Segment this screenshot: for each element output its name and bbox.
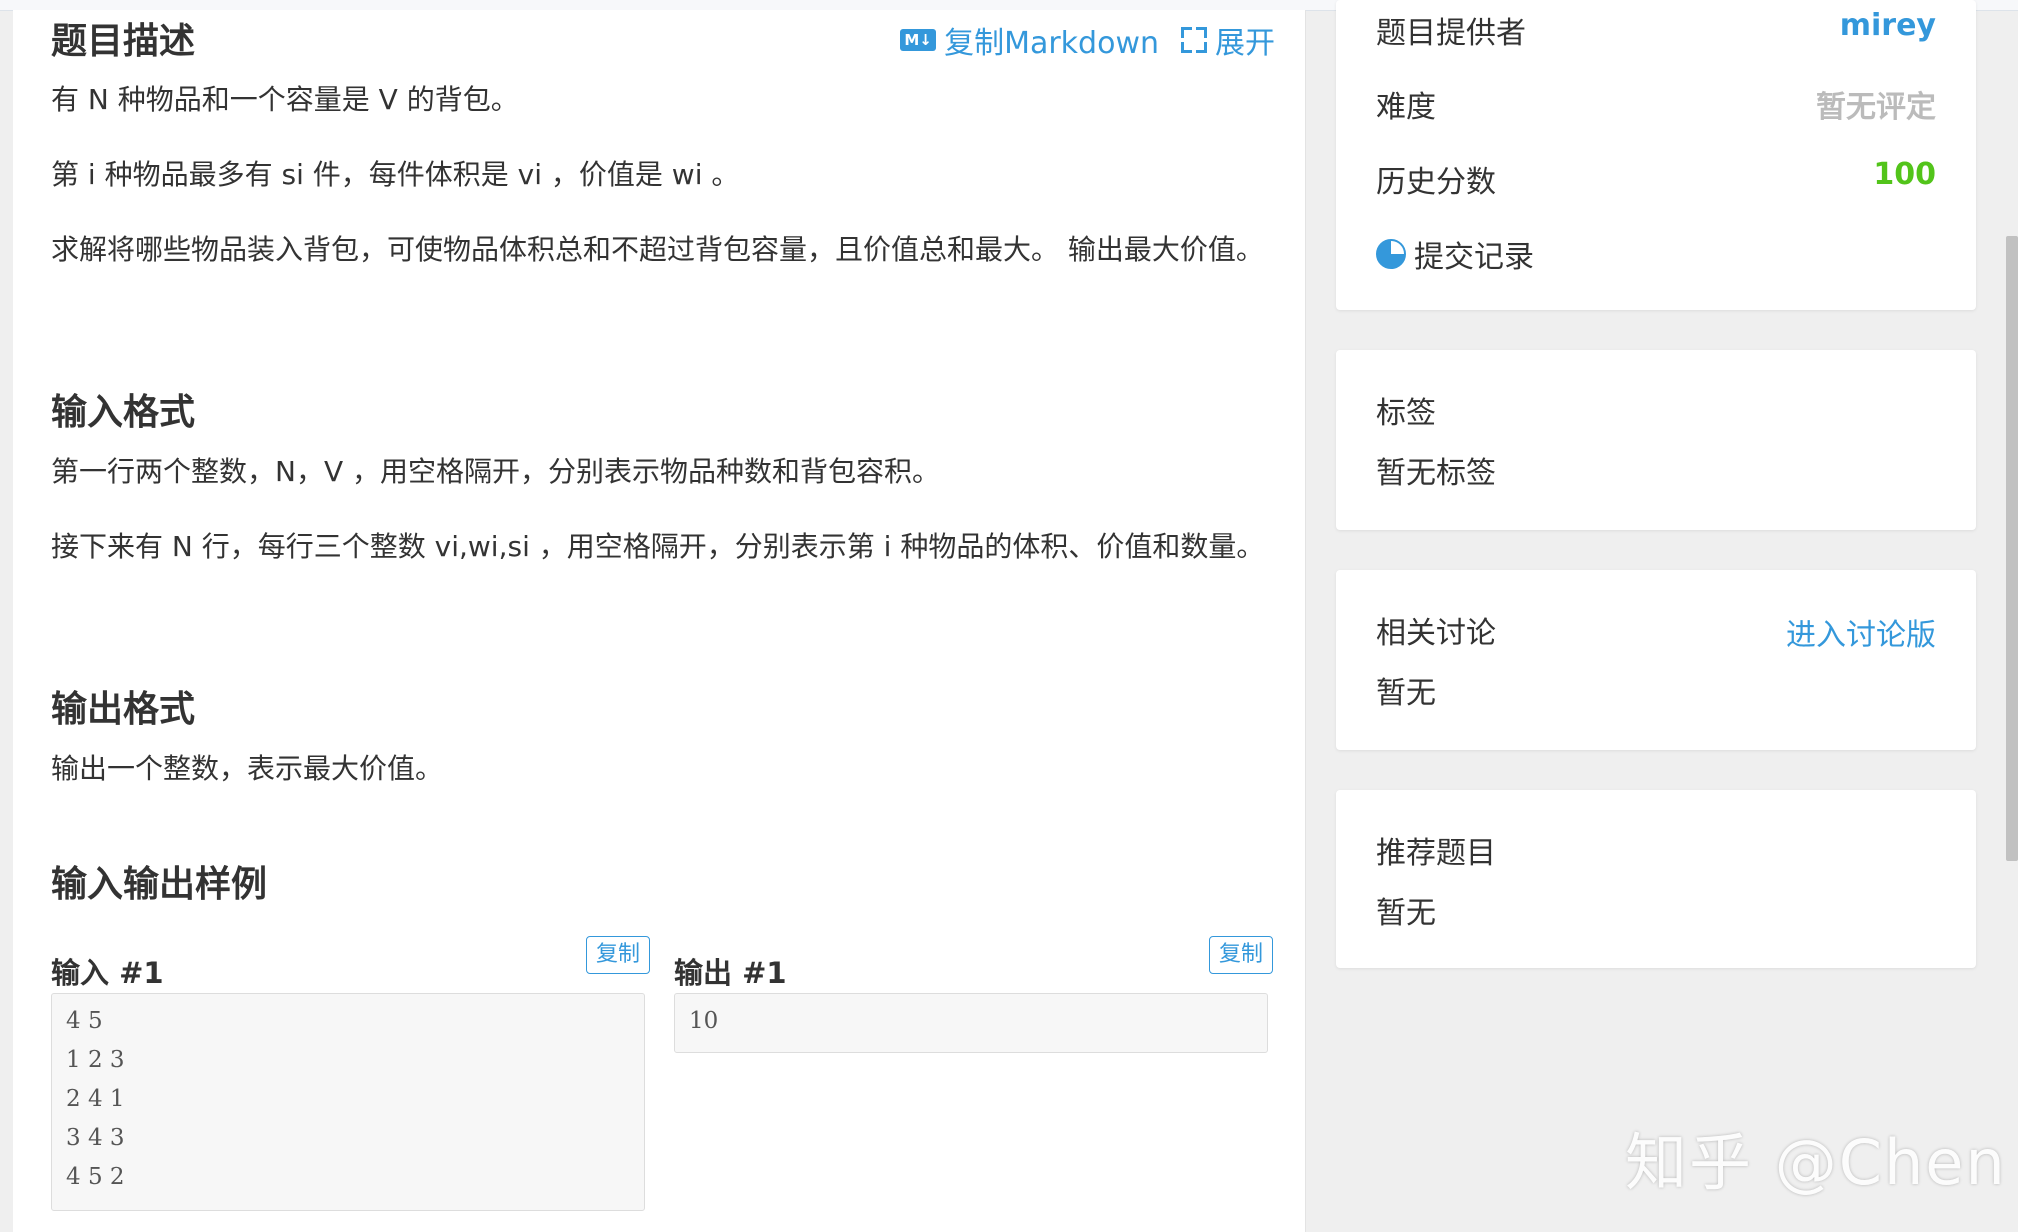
expand-label: 展开	[1215, 26, 1275, 61]
provider-label: 题目提供者	[1376, 16, 1526, 51]
enter-discussion-link[interactable]: 进入讨论版	[1786, 610, 1936, 654]
input-format-line-1: 第一行两个整数，N，V ，用空格隔开，分别表示物品种数和背包容积。	[51, 455, 941, 488]
sample-input-code[interactable]: 4 5 1 2 3 2 4 1 3 4 3 4 5 2	[51, 993, 645, 1211]
history-score-label: 历史分数	[1376, 165, 1496, 200]
sample-output-title: 输出 #1	[674, 956, 787, 990]
description-heading: 题目描述	[51, 21, 196, 62]
description-line-3: 求解将哪些物品装入背包，可使物品体积总和不超过背包容量，且价值总和最大。 输出最…	[51, 233, 1264, 266]
expand-icon	[1181, 27, 1207, 53]
copy-output-button[interactable]: 复制	[1209, 936, 1274, 974]
sample-input-title: 输入 #1	[51, 956, 164, 990]
history-score-value: 100	[1873, 157, 1936, 192]
recommended-title: 推荐题目	[1376, 836, 1496, 871]
sample-output-code[interactable]: 10	[674, 993, 1268, 1053]
difficulty-value: 暂无评定	[1816, 90, 1936, 125]
expand-button[interactable]: 展开	[1181, 18, 1275, 62]
tags-value: 暂无标签	[1376, 456, 1496, 491]
copy-input-button[interactable]: 复制	[586, 936, 651, 974]
output-format-line: 输出一个整数，表示最大价值。	[51, 752, 444, 785]
pie-chart-icon	[1376, 239, 1406, 269]
provider-link[interactable]: mirey	[1840, 8, 1936, 43]
copy-markdown-button[interactable]: M↓ 复制Markdown	[900, 18, 1159, 62]
discussion-title: 相关讨论	[1376, 616, 1496, 651]
copy-markdown-label: 复制Markdown	[944, 26, 1159, 61]
samples-heading: 输入输出样例	[51, 864, 268, 905]
problem-toolbar: M↓ 复制Markdown 展开	[900, 18, 1275, 62]
discussion-value: 暂无	[1376, 676, 1436, 711]
tags-card: 标签 暂无标签	[1336, 350, 1976, 530]
discussion-card: 相关讨论 进入讨论版 暂无	[1336, 570, 1976, 750]
problem-content-card: M↓ 复制Markdown 展开 题目描述 有 N 种物品和一个容量是 V 的背…	[13, 10, 1306, 1232]
input-format-heading: 输入格式	[51, 392, 196, 433]
submission-records-label: 提交记录	[1414, 240, 1534, 275]
difficulty-label: 难度	[1376, 90, 1436, 125]
recommended-value: 暂无	[1376, 896, 1436, 931]
recommended-card: 推荐题目 暂无	[1336, 790, 1976, 968]
page-scrollbar[interactable]	[2006, 236, 2018, 861]
output-format-heading: 输出格式	[51, 689, 196, 730]
submission-records-link[interactable]: 提交记录	[1376, 232, 1534, 276]
tags-title: 标签	[1376, 396, 1436, 431]
input-format-line-2: 接下来有 N 行，每行三个整数 vi,wi,si ，用空格隔开，分别表示第 i …	[51, 530, 1265, 563]
problem-info-card: 题目提供者 mirey 难度 暂无评定 历史分数 100 提交记录	[1336, 0, 1976, 310]
markdown-icon: M↓	[900, 29, 937, 51]
zhihu-watermark: 知乎 @Chen	[1625, 1126, 2007, 1199]
description-line-2: 第 i 种物品最多有 si 件，每件体积是 vi ，价值是 wi 。	[51, 158, 740, 191]
description-line-1: 有 N 种物品和一个容量是 V 的背包。	[51, 83, 519, 116]
